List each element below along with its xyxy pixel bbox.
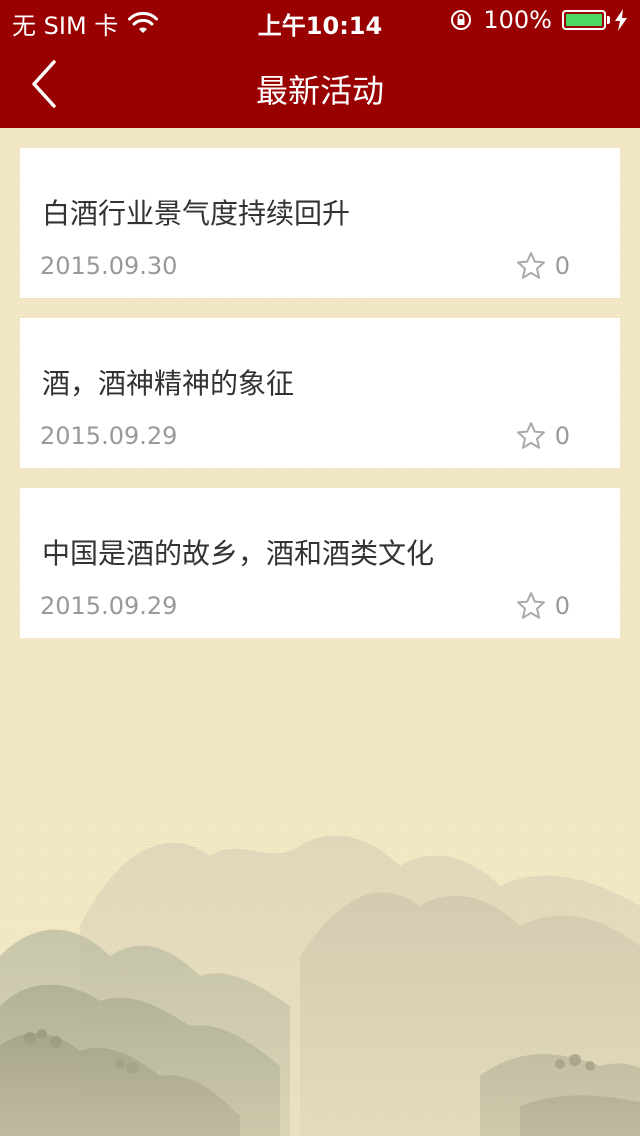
article-date: 2015.09.29 — [40, 422, 178, 450]
article-title: 白酒行业景气度持续回升 — [42, 197, 351, 230]
battery-icon — [562, 10, 606, 30]
navigation-bar: 最新活动 — [0, 40, 640, 128]
article-card[interactable]: 酒，酒神精神的象征 2015.09.29 0 — [20, 318, 620, 468]
charging-bolt-icon — [615, 9, 627, 31]
favorite-button[interactable]: 0 — [515, 590, 570, 622]
article-card[interactable]: 白酒行业景气度持续回升 2015.09.30 0 — [20, 148, 620, 298]
article-title: 酒，酒神精神的象征 — [42, 367, 295, 400]
article-title: 中国是酒的故乡，酒和酒类文化 — [42, 537, 435, 570]
landscape-painting-background — [0, 806, 640, 1136]
favorite-button[interactable]: 0 — [515, 250, 570, 282]
article-list: 白酒行业景气度持续回升 2015.09.30 0 酒，酒神精神的象征 2015.… — [20, 148, 620, 658]
battery-percent: 100% — [483, 6, 552, 34]
status-right: 100% — [449, 6, 628, 34]
article-date: 2015.09.29 — [40, 592, 178, 620]
favorite-button[interactable]: 0 — [515, 420, 570, 452]
battery-cap — [607, 16, 610, 24]
article-card[interactable]: 中国是酒的故乡，酒和酒类文化 2015.09.29 0 — [20, 488, 620, 638]
favorite-count: 0 — [554, 252, 570, 280]
article-date: 2015.09.30 — [40, 252, 178, 280]
status-bar: 无 SIM 卡 上午10:14 100% — [0, 0, 640, 40]
favorite-count: 0 — [554, 592, 570, 620]
star-icon — [516, 592, 545, 619]
top-bar: 无 SIM 卡 上午10:14 100% 最新活动 — [0, 0, 640, 128]
app-screen: 无 SIM 卡 上午10:14 100% 最新活动 白酒行业景气度持续回升 20… — [0, 0, 640, 1136]
battery-level — [566, 14, 602, 26]
star-icon — [516, 252, 545, 279]
rotation-lock-icon — [451, 10, 472, 30]
star-icon — [516, 422, 545, 449]
page-title: 最新活动 — [255, 72, 384, 110]
favorite-count: 0 — [554, 422, 570, 450]
